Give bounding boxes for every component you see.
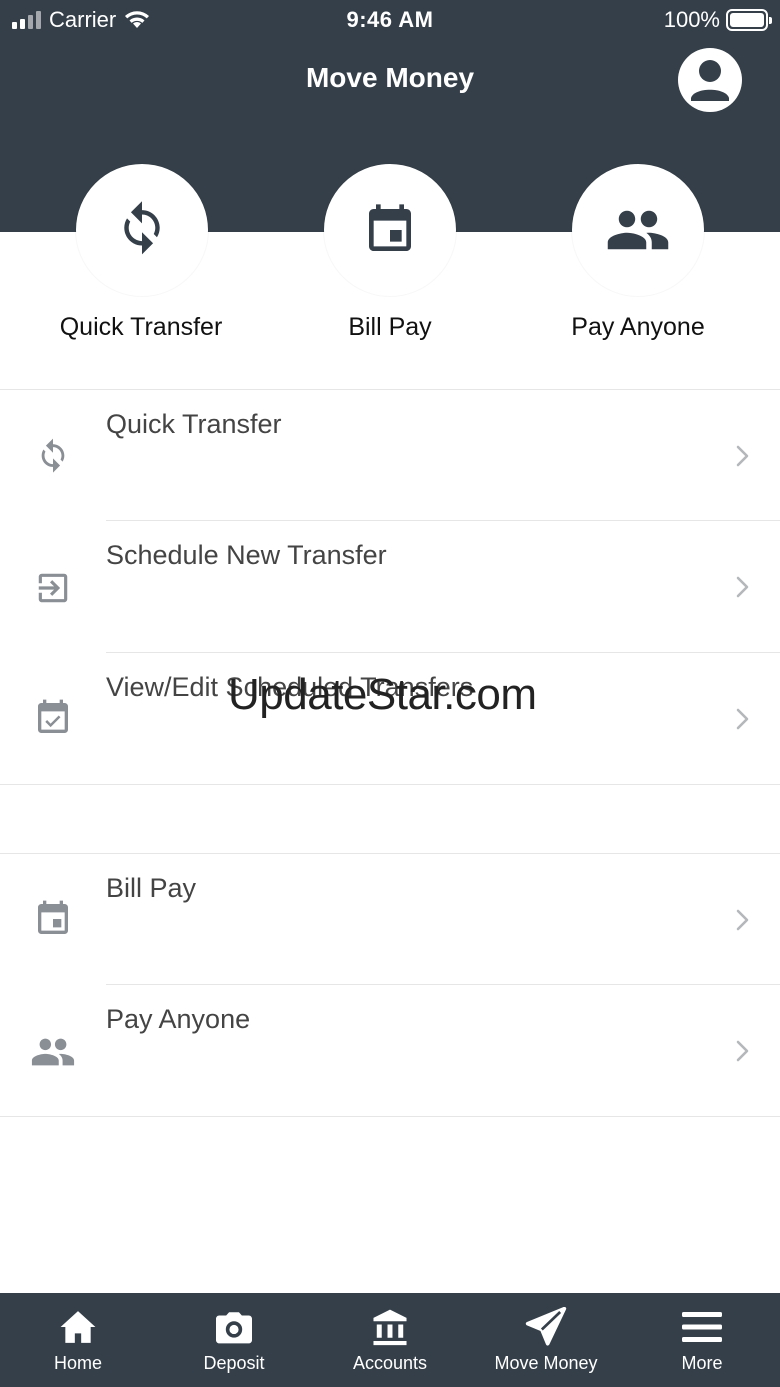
list-item-bill-pay[interactable]: Bill Pay	[0, 854, 780, 985]
page-title: Move Money	[305, 62, 475, 93]
pay-anyone-shortcut[interactable]	[572, 164, 704, 296]
battery-icon	[726, 9, 772, 31]
home-icon	[0, 1305, 156, 1349]
chevron-right-icon	[736, 1040, 749, 1062]
group-spacer	[0, 785, 780, 853]
status-bar: Carrier 9:46 AM 100%	[0, 0, 780, 40]
list-item-quick-transfer[interactable]: Quick Transfer	[0, 390, 780, 521]
camera-icon	[156, 1305, 312, 1349]
tab-label: Move Money	[494, 1353, 598, 1373]
tab-more[interactable]: More	[624, 1293, 780, 1387]
refresh-icon	[30, 434, 76, 480]
menu-icon	[624, 1305, 780, 1349]
refresh-icon	[124, 201, 160, 255]
people-icon	[30, 1029, 76, 1075]
watermark-text: UpdateStar.com	[228, 670, 537, 719]
section-divider	[0, 1116, 780, 1117]
exit-arrow-icon	[30, 565, 76, 611]
bill-pay-shortcut-label: Bill Pay	[348, 313, 432, 341]
tab-label: Deposit	[203, 1353, 265, 1373]
people-icon	[607, 210, 669, 250]
bill-pay-shortcut[interactable]	[324, 164, 456, 296]
tab-deposit[interactable]: Deposit	[156, 1293, 312, 1387]
tab-accounts[interactable]: Accounts	[312, 1293, 468, 1387]
chevron-right-icon	[736, 909, 749, 931]
status-right: 100%	[663, 7, 772, 33]
list-item-label: Quick Transfer	[106, 409, 282, 439]
tab-label: Home	[53, 1353, 102, 1373]
tab-label: More	[681, 1353, 723, 1373]
tab-bar: Home Deposit Accounts Move Money More	[0, 1293, 780, 1387]
list-item-schedule-new-transfer[interactable]: Schedule New Transfer	[0, 521, 780, 652]
tab-move-money[interactable]: Move Money	[468, 1293, 624, 1387]
quick-transfer-shortcut[interactable]	[76, 164, 208, 296]
send-icon	[468, 1305, 624, 1349]
tab-home[interactable]: Home	[0, 1293, 156, 1387]
tab-label: Accounts	[352, 1353, 428, 1373]
chevron-right-icon	[736, 708, 749, 730]
profile-button[interactable]	[678, 48, 742, 112]
pay-anyone-shortcut-label: Pay Anyone	[571, 313, 705, 341]
chevron-right-icon	[736, 576, 749, 598]
list-item-label: Schedule New Transfer	[106, 540, 387, 570]
list-item-pay-anyone[interactable]: Pay Anyone	[0, 985, 780, 1116]
calendar-icon	[369, 204, 411, 251]
battery-percent: 100%	[663, 7, 720, 32]
list-item-label: Pay Anyone	[106, 1004, 251, 1034]
calendar-check-icon	[30, 695, 76, 741]
quick-transfer-shortcut-label: Quick Transfer	[59, 313, 223, 341]
bank-icon	[312, 1305, 468, 1349]
list-item-label: Bill Pay	[106, 873, 197, 903]
chevron-right-icon	[736, 445, 749, 467]
calendar-icon	[30, 896, 76, 942]
user-icon	[691, 60, 729, 101]
